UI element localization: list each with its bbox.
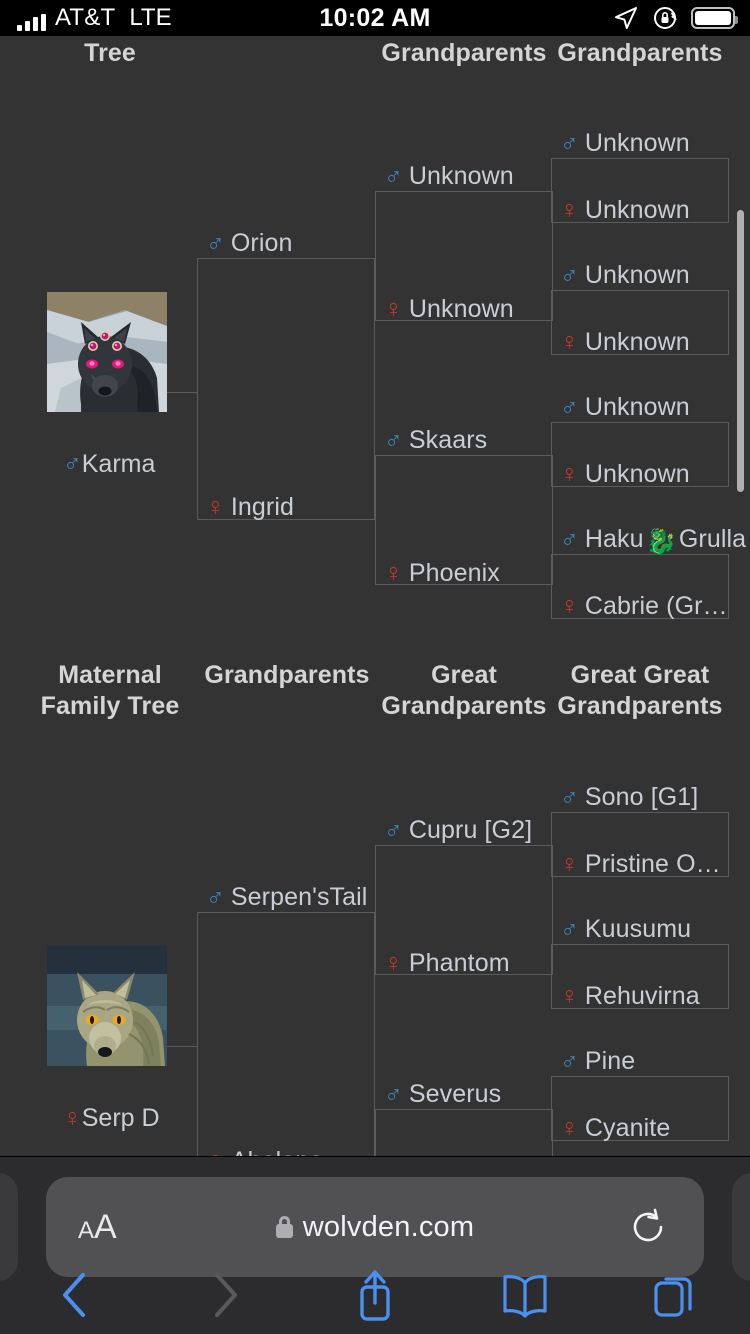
female-symbol-icon: ♀ (384, 295, 403, 323)
female-symbol-icon: ♀ (384, 949, 403, 977)
male-symbol-icon: ♂ (63, 450, 82, 478)
karma-name-label[interactable]: ♂Karma (63, 450, 155, 478)
maternal-header-great-great-grandparents: Great Great Grandparents (557, 661, 723, 720)
forward-button[interactable] (150, 1256, 300, 1334)
male-symbol-icon: ♂ (560, 783, 579, 811)
male-symbol-icon: ♂ (560, 1047, 579, 1075)
web-content-family-tree[interactable]: Tree Grandparents Grandparents ♂Karma ♂ … (0, 36, 750, 1156)
ggp-unknown-f-3[interactable]: ♀ Unknown (560, 460, 690, 488)
ggp-unknown-f-1[interactable]: ♀ Unknown (560, 196, 690, 224)
ggp-unknown-f-2[interactable]: ♀ Unknown (560, 328, 690, 356)
grandparent-skaars[interactable]: ♂ Skaars (384, 426, 487, 454)
ggp-haku-grulla[interactable]: ♂ Haku🐉Grulla (560, 525, 746, 556)
page-scrollbar[interactable] (737, 210, 744, 492)
safari-bottom-bar: AA AA wolvden.com (0, 1156, 750, 1334)
maternal-grandparent-phantom[interactable]: ♀ Phantom (384, 949, 510, 977)
chevron-left-icon (63, 1273, 85, 1317)
female-symbol-icon: ♀ (560, 592, 579, 620)
female-symbol-icon: ♀ (560, 196, 579, 224)
share-icon (360, 1270, 390, 1321)
rotation-lock-icon (654, 7, 677, 29)
male-symbol-icon: ♂ (560, 525, 579, 553)
text-size-button[interactable]: AA AA (78, 1210, 117, 1244)
male-symbol-icon: ♂ (560, 915, 579, 943)
female-symbol-icon: ♀ (63, 1104, 82, 1132)
maternal-ggp-pristine-oak[interactable]: ♀Pristine Oak … (560, 850, 728, 878)
maternal-parent-mother-abalone[interactable]: ♀Abalone (206, 1147, 323, 1156)
male-symbol-icon: ♂ (384, 426, 403, 454)
ggp-unknown-m-2[interactable]: ♂ Unknown (560, 261, 690, 289)
serp-d-portrait[interactable] (47, 946, 167, 1066)
lock-icon (275, 1216, 293, 1238)
male-symbol-icon: ♂ (206, 883, 225, 911)
maternal-header-grandparents: Grandparents (204, 661, 370, 689)
connector-serpd-to-parents (167, 1046, 197, 1047)
maternal-ggp-cyanite[interactable]: ♀ Cyanite (560, 1114, 670, 1142)
male-symbol-icon: ♂ (384, 162, 403, 190)
dragon-emoji: 🐉 (645, 528, 677, 556)
maternal-grandparent-severus[interactable]: ♂ Severus (384, 1080, 501, 1108)
female-symbol-icon: ♀ (560, 328, 579, 356)
ios-status-bar: AT&T LTE 10:02 AM (0, 0, 750, 36)
male-symbol-icon: ♂ (560, 129, 579, 157)
female-symbol-icon: ♀ (560, 850, 579, 878)
back-button[interactable] (0, 1256, 150, 1334)
maternal-grandparents-bracket-2 (375, 1109, 553, 1156)
male-symbol-icon: ♂ (384, 816, 403, 844)
maternal-ggp-sono[interactable]: ♂ Sono [G1] (560, 783, 698, 811)
female-symbol-icon: ♀ (560, 460, 579, 488)
ggp-unknown-m-1[interactable]: ♂ Unknown (560, 129, 690, 157)
female-symbol-icon: ♀ (560, 1114, 579, 1142)
maternal-header-family-tree: Maternal Family Tree (40, 661, 180, 720)
book-icon (503, 1275, 547, 1318)
male-symbol-icon: ♂ (384, 1080, 403, 1108)
paternal-header-great-grandparents: Grandparents (557, 39, 723, 67)
share-button[interactable] (300, 1256, 450, 1334)
female-symbol-icon: ♀ (560, 982, 579, 1010)
grandparent-phoenix[interactable]: ♀ Phoenix (384, 559, 500, 587)
battery-icon (691, 7, 738, 29)
ggp-unknown-m-3[interactable]: ♂ Unknown (560, 393, 690, 421)
grandparent-unknown-f-1[interactable]: ♀ Unknown (384, 295, 514, 323)
grandparent-unknown-m-1[interactable]: ♂ Unknown (384, 162, 514, 190)
wolf-avatar-karma-image (47, 292, 167, 412)
maternal-ggp-rehuvirna[interactable]: ♀ Rehuvirna (560, 982, 700, 1010)
connector-karma-to-parents (167, 392, 197, 393)
serp-d-name-label[interactable]: ♀Serp D (63, 1104, 160, 1132)
male-symbol-icon: ♂ (560, 261, 579, 289)
maternal-header-great-grandparents: Great Grandparents (381, 661, 547, 720)
male-symbol-icon: ♂ (560, 393, 579, 421)
bookmarks-button[interactable] (450, 1256, 600, 1334)
maternal-parent-father-serpenstail[interactable]: ♂ Serpen'sTail (206, 883, 367, 911)
parent-father-orion[interactable]: ♂ Orion (206, 229, 293, 257)
safari-toolbar (0, 1256, 750, 1334)
maternal-ggp-pine[interactable]: ♂ Pine (560, 1047, 635, 1075)
url-text: wolvden.com (302, 1210, 475, 1243)
female-symbol-icon: ♀ (206, 493, 225, 521)
paternal-parents-bracket (197, 258, 375, 520)
maternal-grandparent-cupru[interactable]: ♂ Cupru [G2] (384, 816, 532, 844)
location-arrow-icon (615, 7, 637, 29)
status-bar-right (613, 5, 738, 31)
female-symbol-icon: ♀ (206, 1147, 225, 1156)
tabs-icon (654, 1277, 692, 1317)
maternal-parents-bracket (197, 912, 375, 1156)
tabs-button[interactable] (600, 1256, 750, 1334)
parent-mother-ingrid[interactable]: ♀ Ingrid (206, 493, 294, 521)
chevron-right-icon (215, 1273, 237, 1317)
url-display[interactable]: wolvden.com (46, 1211, 704, 1244)
reload-icon[interactable] (628, 1207, 668, 1247)
male-symbol-icon: ♂ (206, 229, 225, 257)
karma-portrait[interactable] (47, 292, 167, 412)
paternal-header-tree: Tree (84, 39, 136, 67)
female-symbol-icon: ♀ (384, 559, 403, 587)
maternal-ggp-kuusumu[interactable]: ♂ Kuusumu (560, 915, 691, 943)
wolf-avatar-serp-d-image (47, 946, 167, 1066)
paternal-header-grandparents: Grandparents (381, 39, 547, 67)
ggp-cabrie-grulla[interactable]: ♀Cabrie (Grulla… (560, 592, 728, 620)
